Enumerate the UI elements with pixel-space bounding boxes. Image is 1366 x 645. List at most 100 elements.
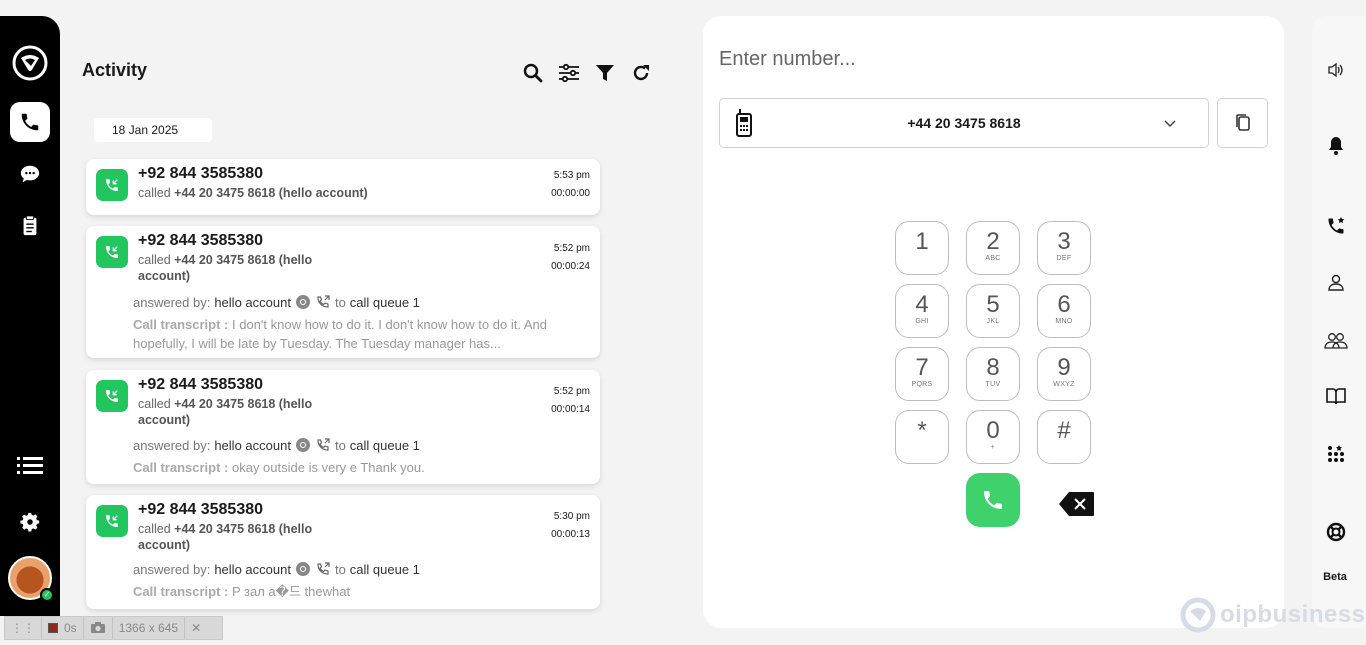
- call-card[interactable]: +92 844 3585380 called +44 20 3475 8618 …: [86, 495, 600, 609]
- speaker-volume-icon[interactable]: [1320, 54, 1352, 86]
- incoming-call-icon: [96, 236, 128, 268]
- capture-size: 1366 x 645: [113, 617, 186, 639]
- search-icon[interactable]: [522, 62, 544, 84]
- key-digit: 3: [1057, 228, 1071, 255]
- contact-person-icon[interactable]: [1320, 266, 1352, 298]
- lifebuoy-help-icon[interactable]: [1320, 516, 1352, 548]
- activity-title: Activity: [82, 60, 148, 80]
- dialpad-dots-icon[interactable]: [1320, 438, 1352, 470]
- key-letters: TUV: [985, 381, 1001, 388]
- stop-icon: [48, 623, 58, 633]
- phone-icon: [984, 491, 1002, 509]
- copy-icon: [1235, 114, 1250, 131]
- keypad-key[interactable]: 3 DEF: [1037, 221, 1091, 275]
- key-digit: #: [1057, 417, 1071, 444]
- keypad-key[interactable]: 6 MNO: [1037, 284, 1091, 338]
- key-digit: *: [917, 417, 927, 444]
- keypad-key[interactable]: 4 GHI: [895, 284, 949, 338]
- favorite-call-icon[interactable]: [1320, 210, 1352, 242]
- camera-icon[interactable]: [84, 617, 113, 639]
- brand-watermark: oipbusiness: [1180, 597, 1365, 633]
- bell-notification-icon[interactable]: [1320, 130, 1352, 162]
- key-digit: 1: [915, 228, 929, 255]
- call-card[interactable]: +92 844 3585380 called +44 20 3475 8618 …: [86, 370, 600, 484]
- nav-notes-icon[interactable]: [10, 206, 50, 246]
- book-directory-icon[interactable]: [1320, 380, 1352, 412]
- caller-number: +92 844 3585380: [138, 376, 264, 393]
- key-digit: 8: [986, 354, 1000, 381]
- drag-handle-icon[interactable]: ⋮⋮: [5, 617, 42, 639]
- refresh-icon[interactable]: [630, 62, 652, 84]
- key-letters: ABC: [985, 255, 1001, 262]
- call-card[interactable]: +92 844 3585380 called +44 20 3475 8618 …: [86, 159, 600, 215]
- browser-icon: [295, 295, 310, 309]
- nav-calls-icon[interactable]: [10, 102, 50, 142]
- call-forward-icon: [317, 562, 330, 575]
- nav-chat-icon[interactable]: [10, 154, 50, 194]
- nav-list-icon[interactable]: [10, 446, 50, 486]
- dial-call-button[interactable]: [966, 473, 1020, 527]
- keypad-key[interactable]: 2 ABC: [966, 221, 1020, 275]
- key-letters: JKL: [986, 318, 1000, 325]
- close-icon[interactable]: ✕: [185, 617, 207, 639]
- activity-toolbar: [522, 62, 652, 84]
- backspace-icon[interactable]: [1059, 491, 1095, 517]
- beta-label: Beta: [1323, 571, 1347, 583]
- call-forward-icon: [317, 438, 330, 451]
- incoming-call-icon: [96, 169, 128, 201]
- call-transcript: Call transcript : okay outside is very e…: [133, 460, 425, 475]
- record-time: 0s: [64, 621, 77, 635]
- key-letters: DEF: [1056, 255, 1072, 262]
- call-duration: 00:00:24: [551, 261, 590, 272]
- caller-number: +92 844 3585380: [138, 501, 264, 518]
- app-logo-icon[interactable]: [11, 44, 49, 82]
- brand-logo-icon: [1180, 597, 1216, 633]
- call-duration: 00:00:14: [551, 404, 590, 415]
- group-contacts-icon[interactable]: [1320, 324, 1352, 356]
- filter-icon[interactable]: [594, 62, 616, 84]
- user-avatar[interactable]: ✓: [8, 556, 54, 602]
- caller-id-select[interactable]: +44 20 3475 8618: [719, 98, 1209, 148]
- chevron-down-icon: [1164, 120, 1176, 128]
- keypad-key[interactable]: 7 PQRS: [895, 347, 949, 401]
- call-duration: 00:00:00: [551, 188, 590, 199]
- incoming-call-icon: [96, 380, 128, 412]
- call-time: 5:52 pm 00:00:24: [551, 243, 590, 272]
- key-letters: MNO: [1055, 318, 1073, 325]
- nav-settings-gear-icon[interactable]: [10, 502, 50, 542]
- copy-button[interactable]: [1217, 98, 1268, 148]
- called-line: called +44 20 3475 8618 (hello account): [138, 253, 313, 283]
- call-card[interactable]: +92 844 3585380 called +44 20 3475 8618 …: [86, 226, 600, 358]
- key-digit: 0: [986, 417, 1000, 444]
- answered-by-line: answered by: hello account to call queue…: [133, 294, 420, 310]
- keypad-key[interactable]: *: [895, 410, 949, 464]
- keypad-key[interactable]: 8 TUV: [966, 347, 1020, 401]
- online-status-icon: ✓: [40, 588, 54, 602]
- keypad-key[interactable]: #: [1037, 410, 1091, 464]
- caller-number: +92 844 3585380: [138, 165, 264, 182]
- keypad-key[interactable]: 1: [895, 221, 949, 275]
- answered-by-line: answered by: hello account to call queue…: [133, 561, 420, 577]
- key-letters: +: [990, 444, 996, 451]
- key-digit: 7: [915, 354, 929, 381]
- recorder-stop[interactable]: 0s: [42, 617, 84, 639]
- key-letters: WXYZ: [1053, 381, 1075, 388]
- key-letters: GHI: [915, 318, 929, 325]
- number-input[interactable]: [719, 48, 1239, 71]
- keypad-key[interactable]: 9 WXYZ: [1037, 347, 1091, 401]
- called-line: called +44 20 3475 8618 (hello account): [138, 186, 368, 200]
- called-line: called +44 20 3475 8618 (hello account): [138, 522, 313, 552]
- keypad-key[interactable]: 5 JKL: [966, 284, 1020, 338]
- call-forward-icon: [317, 295, 330, 308]
- browser-icon: [295, 438, 310, 452]
- browser-icon: [295, 562, 310, 576]
- key-digit: 6: [1057, 291, 1071, 318]
- incoming-call-icon: [96, 505, 128, 537]
- called-line: called +44 20 3475 8618 (hello account): [138, 397, 313, 427]
- key-digit: 2: [986, 228, 1000, 255]
- brand-text: oipbusiness: [1220, 601, 1366, 628]
- call-transcript: Call transcript : P зал а�드 thewhat: [133, 584, 351, 599]
- keypad-key[interactable]: 0 +: [966, 410, 1020, 464]
- sliders-icon[interactable]: [558, 62, 580, 84]
- call-time: 5:52 pm 00:00:14: [551, 386, 590, 415]
